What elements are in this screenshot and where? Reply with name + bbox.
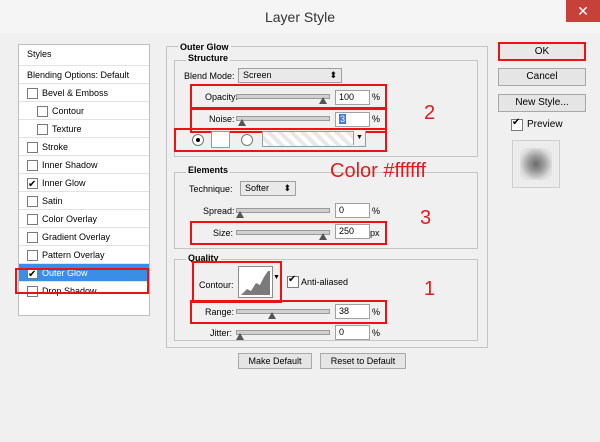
spread-input[interactable]: 0 [335,203,370,218]
technique-value: Softer [245,183,270,193]
styles-item-label: Inner Glow [42,178,86,188]
jitter-input[interactable]: 0 [335,325,370,340]
dropdown-arrow-icon: ⬍ [329,70,337,80]
checkbox-satin[interactable] [27,196,38,207]
checkbox-inner-glow[interactable]: ✔ [27,178,38,190]
styles-item-pattern-overlay[interactable]: Pattern Overlay [19,245,149,264]
elements-title: Elements [186,165,231,175]
annotation-3: 3 [420,207,432,229]
spread-slider[interactable] [236,208,330,213]
color-highlight [174,128,387,152]
styles-item-label: Inner Shadow [42,160,98,170]
reset-default-button[interactable]: Reset to Default [320,353,406,369]
contour-highlight [192,261,282,303]
outer-glow-title: Outer Glow [178,42,231,52]
styles-item-contour[interactable]: Contour [19,101,149,120]
size-highlight [190,221,387,245]
jitter-slider[interactable] [236,330,330,335]
styles-item-satin[interactable]: Satin [19,191,149,210]
styles-item-label: Pattern Overlay [42,250,105,260]
preview-swatch [520,148,552,180]
checkbox-inner-shadow[interactable] [27,160,38,171]
checkbox-texture[interactable] [37,124,48,135]
styles-item-label: Bevel & Emboss [42,88,109,98]
spread-label: Spread: [203,206,235,216]
styles-item-label: Texture [52,124,82,134]
annotation-2: 2 [424,102,436,124]
jitter-label: Jitter: [210,328,233,338]
technique-select[interactable]: Softer ⬍ [240,181,296,196]
styles-item-label: Satin [42,196,63,206]
jitter-unit: % [372,328,381,338]
range-highlight [190,300,387,324]
close-button[interactable]: ✕ [566,0,600,22]
cancel-button[interactable]: Cancel [498,68,586,86]
styles-item-stroke[interactable]: Stroke [19,137,149,156]
preview-label: Preview [527,119,563,130]
dropdown-arrow-icon: ⬍ [283,183,291,193]
annotation-1: 1 [424,278,436,300]
structure-title: Structure [186,53,231,63]
check-icon: ✔ [288,274,297,285]
preview-checkbox[interactable]: ✔ [511,117,523,131]
styles-item-bevel-emboss[interactable]: Bevel & Emboss [19,83,149,102]
make-default-button[interactable]: Make Default [238,353,312,369]
spread-unit: % [372,206,381,216]
spread-slider-thumb[interactable] [236,211,244,218]
styles-item-label: Blending Options: Default [27,70,130,80]
checkbox-bevel-emboss[interactable] [27,88,38,99]
ok-button[interactable]: OK [498,42,586,61]
styles-item-label: Gradient Overlay [42,232,111,242]
styles-item-inner-glow[interactable]: ✔ Inner Glow [19,173,149,192]
annotation-color: Color #ffffff [330,160,427,182]
styles-header: Styles [27,49,52,59]
anti-aliased-checkbox[interactable]: ✔ [287,274,299,288]
styles-item-label: Stroke [42,142,69,152]
styles-item-color-overlay[interactable]: Color Overlay [19,209,149,228]
anti-aliased-label: Anti-aliased [301,277,349,287]
checkbox-pattern-overlay[interactable] [27,250,38,261]
check-icon: ✔ [512,117,521,128]
checkbox-contour[interactable] [37,106,48,117]
checkbox-color-overlay[interactable] [27,214,38,225]
outer-glow-highlight [15,268,149,294]
checkbox-gradient-overlay[interactable] [27,232,38,243]
styles-item-blending-options[interactable]: Blending Options: Default [19,65,149,84]
new-style-button[interactable]: New Style... [498,94,586,112]
styles-item-label: Contour [52,106,85,116]
styles-item-inner-shadow[interactable]: Inner Shadow [19,155,149,174]
styles-item-label: Color Overlay [42,214,98,224]
blend-mode-label: Blend Mode: [184,71,235,81]
styles-item-gradient-overlay[interactable]: Gradient Overlay [19,227,149,246]
window-title: Layer Style [264,9,336,25]
blend-mode-select[interactable]: Screen ⬍ [238,68,342,83]
jitter-slider-thumb[interactable] [236,333,244,340]
blend-mode-value: Screen [243,70,272,80]
styles-item-texture[interactable]: Texture [19,119,149,138]
preview-thumbnail [512,140,560,188]
technique-label: Technique: [189,184,233,194]
checkbox-stroke[interactable] [27,142,38,153]
